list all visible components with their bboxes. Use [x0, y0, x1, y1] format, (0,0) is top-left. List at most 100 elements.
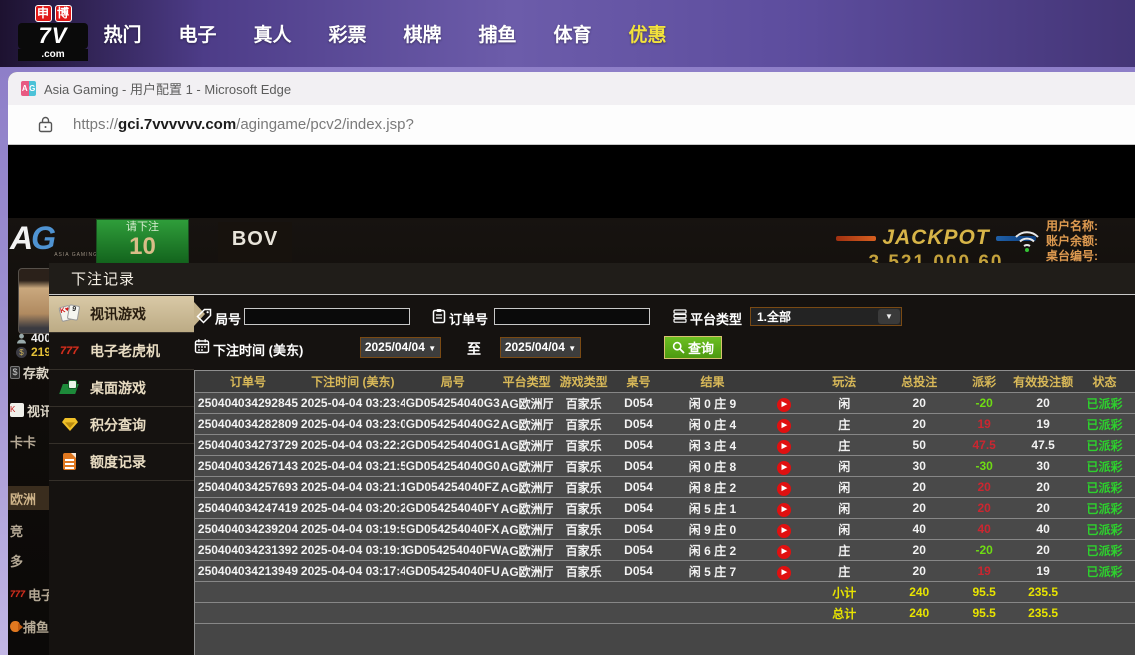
status-badge: 已派彩 [1086, 480, 1123, 495]
table-cell: 30 [1036, 459, 1050, 473]
table-cell: 百家乐 [565, 396, 602, 411]
sidebar-item-电子老虎机[interactable]: 777 电子老虎机 [49, 333, 194, 370]
table-cell: 闲 0 庄 4 [688, 417, 737, 432]
cards-icon: K♥ 9 [58, 304, 82, 324]
browser-titlebar[interactable]: A G Asia Gaming - 用户配置 1 - Microsoft Edg… [8, 72, 1135, 105]
table-cell: 闲 0 庄 9 [688, 396, 737, 411]
order-no-input[interactable] [494, 308, 650, 325]
nav-item-热门[interactable]: 热门 [85, 20, 160, 47]
wifi-icon [1012, 228, 1042, 254]
lobby-item-卡卡[interactable]: 卡卡 [8, 429, 49, 453]
table-cell: 2025-04-04 03:23:47 [300, 396, 405, 410]
lobby-item-竞[interactable]: 竞 [8, 518, 49, 542]
nav-item-捕鱼[interactable]: 捕鱼 [460, 20, 535, 47]
sidebar-item-额度记录[interactable]: 额度记录 [49, 444, 194, 481]
table-cell: 19 [1036, 564, 1050, 578]
table-cell: 40 [1036, 522, 1050, 536]
lobby-item-电子[interactable]: 777 电子 [8, 582, 49, 606]
chevron-down-icon: ▼ [428, 344, 437, 353]
bet-records-table: 订单号 下注时间 (美东) 局号 平台类型 游戏类型 桌号 结果 玩法 总投注 派彩 有效投注额 状态… [194, 370, 1135, 655]
table-cell: ▶ [762, 395, 806, 412]
table-cell: 20 [912, 480, 926, 494]
chevron-down-icon: ▼ [878, 309, 900, 324]
table-cell: GD054254040FY [406, 501, 500, 515]
sidebar-item-积分查询[interactable]: 积分查询 [49, 407, 194, 444]
to-label: 至 [467, 341, 481, 357]
list-icon [673, 309, 687, 323]
replay-icon[interactable]: ▶ [777, 544, 792, 559]
lobby-item-捕鱼[interactable]: 捕鱼 [8, 614, 49, 638]
table-cell: D054 [624, 522, 653, 536]
table-cell: AG欧洲厅 [500, 438, 553, 453]
replay-icon[interactable]: ▶ [777, 439, 792, 454]
lobby-item-label: 电子 [28, 587, 49, 603]
table-cell: 250404034273729 [197, 438, 298, 452]
replay-icon[interactable]: ▶ [777, 481, 792, 496]
table-cell: AG欧洲厅 [500, 396, 553, 411]
replay-icon[interactable]: ▶ [777, 397, 792, 412]
nav-item-优惠[interactable]: 优惠 [610, 20, 685, 47]
table-cell: GD054254040FX [406, 522, 500, 536]
table-cell: D054 [624, 417, 653, 431]
table-row: 250404034292845 2025-04-04 03:23:47 GD0542… [195, 393, 1135, 414]
total-cell: 240 [909, 606, 930, 620]
search-button[interactable]: 查询 [664, 336, 723, 359]
table-cell: 闲 8 庄 2 [688, 480, 737, 495]
sidebar-item-label: 桌面游戏 [90, 380, 146, 396]
replay-icon[interactable]: ▶ [777, 565, 792, 580]
sidebar-item-视讯游戏[interactable]: K♥ 9 视讯游戏 [49, 296, 205, 333]
table-cell: 百家乐 [565, 522, 602, 537]
chevron-down-icon: ▼ [568, 344, 577, 353]
nav-item-体育[interactable]: 体育 [535, 20, 610, 47]
logo-badge-shen: 申 [34, 5, 52, 22]
account-label: 桌台编号: [1046, 249, 1098, 263]
table-cell: 百家乐 [565, 480, 602, 495]
lobby-item-存款[interactable]: $ 存款 [8, 360, 49, 384]
table-cell: 百家乐 [565, 438, 602, 453]
table-cell: 庄 [838, 564, 851, 579]
sidebar-item-桌面游戏[interactable]: 桌面游戏 [49, 370, 194, 407]
replay-icon[interactable]: ▶ [777, 523, 792, 538]
replay-icon[interactable]: ▶ [777, 460, 792, 475]
total-row: 总计 240 95.5 235.5 [195, 603, 1135, 624]
nav-item-彩票[interactable]: 彩票 [310, 20, 385, 47]
site-logo[interactable]: 申 博 7V .com [18, 5, 88, 61]
table-cell: 20 [1036, 480, 1050, 494]
nav-item-电子[interactable]: 电子 [160, 20, 235, 47]
url-text[interactable]: https://gci.7vvvvvv.com/agingame/pcv2/in… [73, 116, 414, 133]
table-cell: 百家乐 [565, 501, 602, 516]
date-from-picker[interactable]: 2025/04/04 ▼ [360, 337, 441, 358]
lock-icon [38, 116, 53, 133]
platform-type-select[interactable]: 1.全部 ▼ [750, 307, 902, 326]
nav-item-棋牌[interactable]: 棋牌 [385, 20, 460, 47]
replay-icon[interactable]: ▶ [777, 502, 792, 517]
address-bar[interactable]: https://gci.7vvvvvv.com/agingame/pcv2/in… [8, 105, 1135, 145]
replay-icon[interactable]: ▶ [777, 418, 792, 433]
table-cell: -20 [975, 396, 993, 410]
status-badge: 已派彩 [1086, 564, 1123, 579]
ag-logo: AG ASIA GAMING [10, 220, 98, 258]
column-header: 订单号 [229, 375, 266, 389]
account-label: 账户余额: [1046, 234, 1098, 248]
status-badge: 已派彩 [1086, 543, 1123, 558]
table-cell: 2025-04-04 03:23:03 [300, 417, 405, 431]
table-row: 250404034257693 2025-04-04 03:21:14 GD0542… [195, 477, 1135, 498]
table-cell: AG欧洲厅 [500, 543, 553, 558]
platform-type-label: 平台类型 [690, 312, 743, 327]
table-cell: 250404034247419 [197, 501, 298, 515]
table-cell: GD054254040G1 [405, 438, 500, 452]
table-cell: ▶ [762, 521, 806, 538]
lobby-item-视讯[interactable]: K 视讯 [8, 398, 49, 422]
lobby-item-欧洲[interactable]: 欧洲 [8, 486, 49, 510]
site-header: 申 博 7V .com 热门 电子 真人 彩票 棋牌 捕鱼 体育 优惠 [0, 0, 1135, 67]
calendar-icon [194, 339, 210, 354]
status-badge: 已派彩 [1086, 501, 1123, 516]
lobby-item-多[interactable]: 多 [8, 548, 49, 572]
date-to-picker[interactable]: 2025/04/04 ▼ [500, 337, 581, 358]
table-cell: 2025-04-04 03:22:23 [300, 438, 405, 452]
round-no-input[interactable] [244, 308, 410, 325]
column-header: 平台类型 [502, 375, 551, 389]
table-cell: 闲 [838, 396, 851, 411]
nav-item-真人[interactable]: 真人 [235, 20, 310, 47]
table-cell: 闲 [838, 522, 851, 537]
